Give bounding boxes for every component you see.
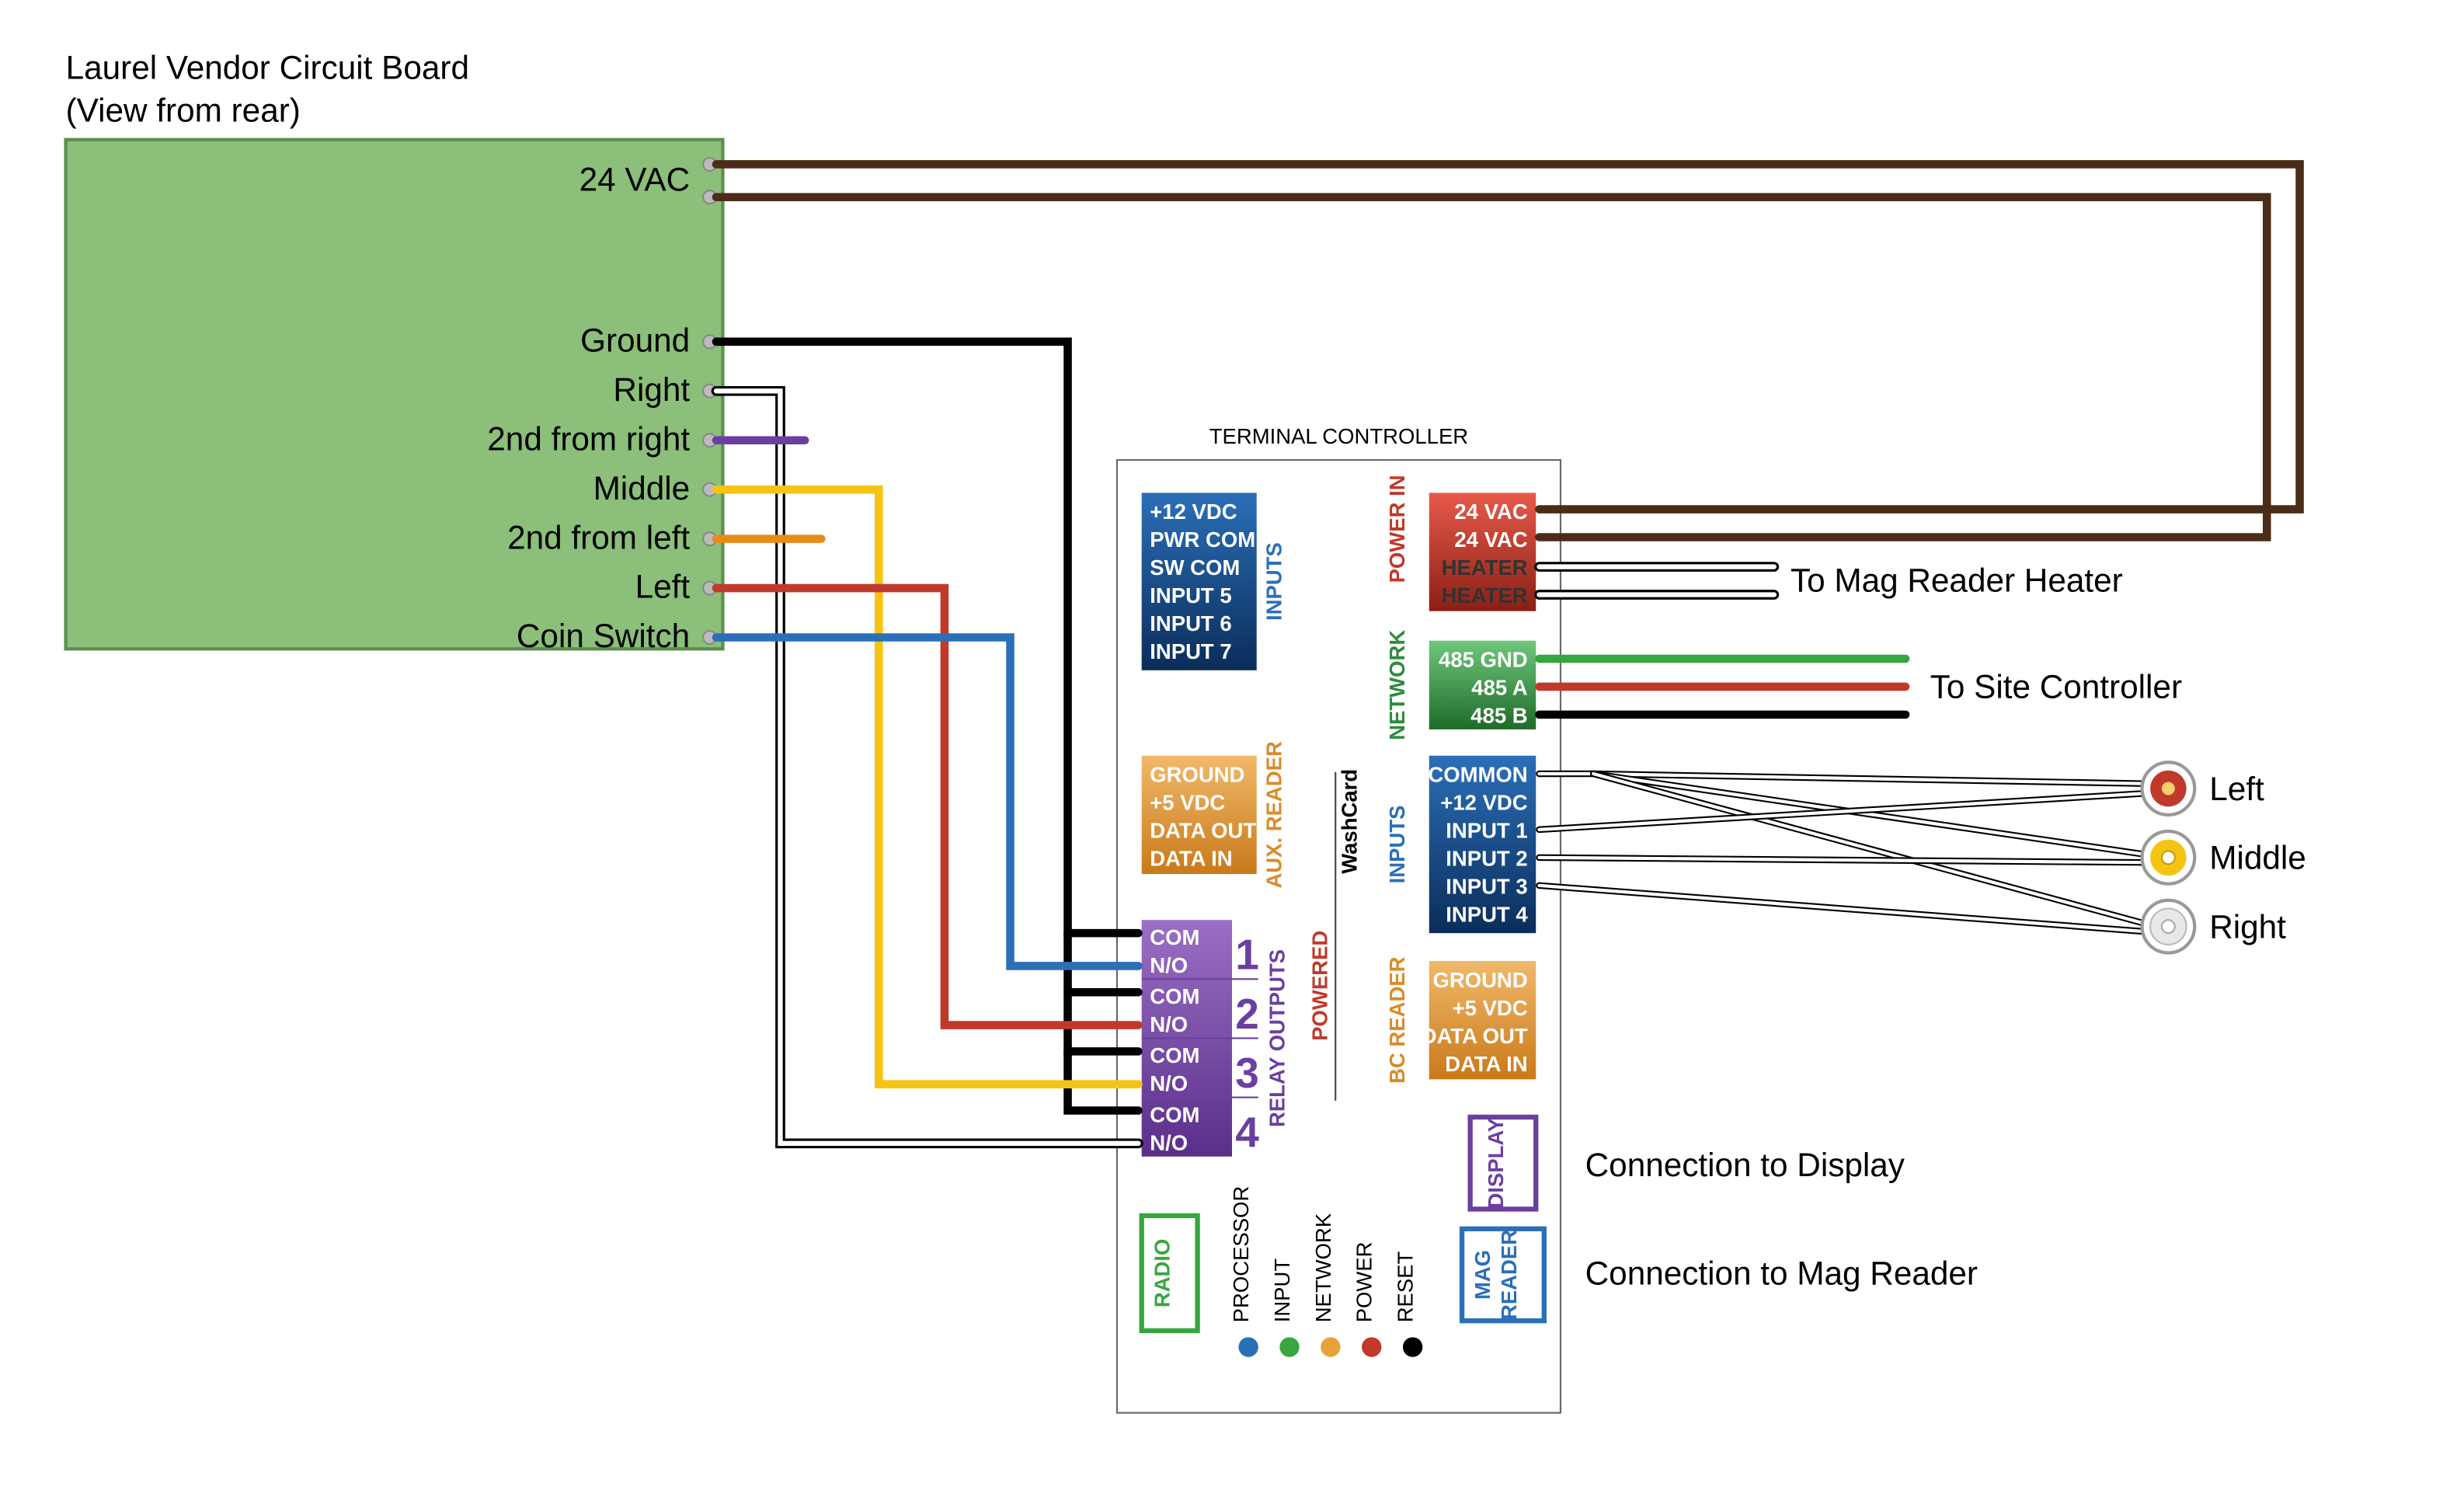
svg-text:24 VAC: 24 VAC [579, 161, 691, 197]
svg-text:485 B: 485 B [1470, 703, 1527, 727]
svg-text:Coin Switch: Coin Switch [517, 618, 690, 654]
svg-text:INPUT 5: INPUT 5 [1150, 583, 1231, 608]
title-line2: (View from rear) [66, 92, 301, 128]
svg-text:INPUT 1: INPUT 1 [1446, 818, 1527, 842]
svg-text:BC READER: BC READER [1385, 956, 1409, 1084]
svg-text:485 GND: 485 GND [1439, 648, 1528, 672]
svg-text:INPUT 3: INPUT 3 [1446, 874, 1527, 898]
svg-text:MAG: MAG [1470, 1250, 1495, 1300]
svg-text:INPUT 7: INPUT 7 [1150, 639, 1231, 663]
svg-text:485 A: 485 A [1471, 675, 1527, 699]
svg-text:4: 4 [1235, 1108, 1259, 1156]
svg-text:1: 1 [1235, 931, 1259, 979]
svg-text:24 VAC: 24 VAC [1454, 527, 1527, 552]
svg-text:N/O: N/O [1150, 1071, 1188, 1095]
mag-label: Connection to Mag Reader [1585, 1255, 1978, 1292]
svg-text:Left: Left [2209, 771, 2264, 807]
svg-text:WashCard: WashCard [1338, 769, 1362, 874]
heater-label: To Mag Reader Heater [1791, 562, 2123, 598]
svg-text:GROUND: GROUND [1150, 763, 1244, 787]
svg-text:COMMON: COMMON [1428, 763, 1527, 787]
svg-text:Right: Right [2209, 908, 2286, 945]
svg-text:SW COM: SW COM [1150, 555, 1240, 580]
svg-text:READER: READER [1497, 1230, 1521, 1320]
svg-text:COM: COM [1150, 1102, 1199, 1126]
svg-text:DATA IN: DATA IN [1445, 1052, 1527, 1076]
svg-text:PROCESSOR: PROCESSOR [1229, 1186, 1253, 1323]
jack-left [2142, 762, 2195, 815]
svg-text:DISPLAY: DISPLAY [1484, 1118, 1508, 1209]
svg-text:COM: COM [1150, 925, 1199, 949]
svg-text:INPUTS: INPUTS [1262, 542, 1286, 621]
svg-text:RELAY OUTPUTS: RELAY OUTPUTS [1265, 949, 1289, 1127]
svg-text:N/O: N/O [1150, 1130, 1188, 1154]
svg-text:Right: Right [613, 371, 690, 408]
title-line1: Laurel Vendor Circuit Board [66, 50, 469, 86]
svg-text:HEATER: HEATER [1442, 583, 1528, 608]
svg-text:POWER IN: POWER IN [1385, 475, 1409, 583]
svg-text:POWERED: POWERED [1308, 931, 1332, 1041]
svg-text:AUX. READER: AUX. READER [1262, 741, 1286, 889]
svg-text:+5 VDC: +5 VDC [1150, 791, 1225, 815]
relay-block: COM N/O 1 COM N/O 2 COM N/O 3 COM N/O 4 [1142, 920, 1260, 1157]
controller-title: TERMINAL CONTROLLER [1209, 424, 1468, 448]
svg-text:+12 VDC: +12 VDC [1440, 791, 1527, 815]
svg-text:HEATER: HEATER [1442, 555, 1528, 580]
svg-text:COM: COM [1150, 984, 1199, 1008]
site-label: To Site Controller [1930, 669, 2182, 705]
svg-text:24 VAC: 24 VAC [1454, 500, 1527, 524]
svg-text:COM: COM [1150, 1043, 1199, 1067]
jack-middle [2142, 831, 2195, 884]
svg-text:N/O: N/O [1150, 1012, 1188, 1036]
svg-text:INPUT 2: INPUT 2 [1446, 846, 1527, 870]
svg-text:2nd from left: 2nd from left [507, 519, 690, 555]
svg-text:PWR COM: PWR COM [1150, 527, 1255, 552]
svg-text:RESET: RESET [1394, 1251, 1418, 1322]
svg-text:INPUT: INPUT [1270, 1259, 1294, 1323]
wiring-diagram: Laurel Vendor Circuit Board (View from r… [0, 0, 2464, 1511]
svg-text:Left: Left [635, 569, 691, 605]
svg-text:2: 2 [1235, 990, 1259, 1038]
svg-text:NETWORK: NETWORK [1311, 1213, 1335, 1322]
svg-text:POWER: POWER [1352, 1241, 1376, 1322]
svg-text:GROUND: GROUND [1432, 968, 1527, 992]
svg-text:DATA IN: DATA IN [1150, 846, 1232, 870]
svg-text:Middle: Middle [593, 470, 691, 507]
jack-right [2142, 900, 2195, 953]
svg-text:INPUT 4: INPUT 4 [1446, 902, 1528, 926]
svg-text:N/O: N/O [1150, 953, 1188, 977]
svg-text:+5 VDC: +5 VDC [1453, 996, 1528, 1020]
svg-text:2nd from right: 2nd from right [487, 420, 690, 457]
svg-text:+12 VDC: +12 VDC [1150, 500, 1237, 524]
svg-text:Middle: Middle [2209, 840, 2306, 876]
svg-text:NETWORK: NETWORK [1385, 630, 1409, 740]
svg-text:INPUT 6: INPUT 6 [1150, 611, 1231, 635]
svg-text:RADIO: RADIO [1150, 1239, 1175, 1308]
display-label: Connection to Display [1585, 1147, 1905, 1183]
svg-text:DATA OUT: DATA OUT [1150, 818, 1256, 842]
svg-text:Ground: Ground [580, 322, 690, 359]
svg-text:DATA OUT: DATA OUT [1422, 1024, 1528, 1048]
svg-text:3: 3 [1235, 1049, 1259, 1097]
svg-text:INPUTS: INPUTS [1385, 806, 1409, 884]
